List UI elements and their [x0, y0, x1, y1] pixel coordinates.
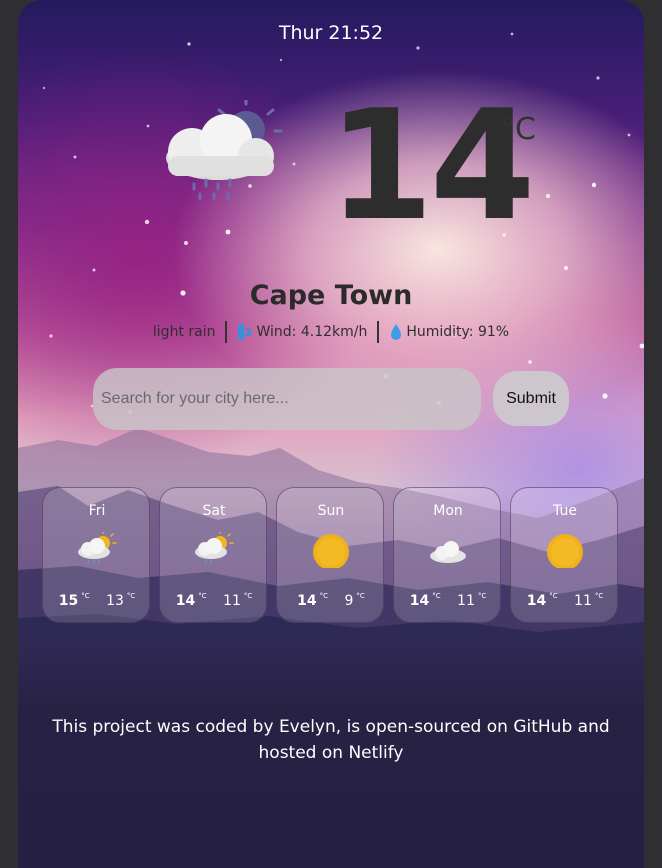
unit: °C — [477, 592, 487, 600]
forecast-min: 9 — [344, 593, 354, 609]
temperature-unit: °C — [500, 112, 536, 147]
unit: °C — [126, 592, 136, 600]
forecast-temps: 14 °C 11 °C — [511, 592, 619, 609]
unit: °C — [81, 592, 90, 600]
unit: °C — [319, 592, 329, 600]
unit: °C — [432, 592, 441, 600]
footer-credits: This project was coded by Evelyn, is ope… — [52, 717, 610, 763]
unit: °C — [243, 592, 253, 600]
forecast-day-name: Fri — [88, 503, 106, 519]
unit: °C — [594, 592, 604, 600]
sun-icon — [547, 534, 583, 568]
forecast-day-name: Sat — [202, 503, 226, 519]
sun-icon — [313, 534, 349, 568]
forecast-min: 13 — [106, 593, 124, 609]
forecast-temps: 14 °C 11 °C — [394, 592, 502, 609]
city-name: Cape Town — [249, 280, 413, 311]
weather-details: light rain Wind: 4.12km/h Humidity: 91% — [18, 321, 644, 343]
divider — [225, 321, 228, 343]
sun-cloud-rain-icon — [78, 532, 117, 564]
forecast-day-sat: Sat 14 °C 11 °C — [159, 487, 267, 623]
forecast-min: 11 — [457, 593, 475, 609]
forecast-max: 14 — [297, 593, 317, 609]
forecast-day-name: Sun — [317, 503, 345, 519]
forecast-max: 14 — [175, 593, 196, 609]
humidity-drop-icon — [391, 324, 402, 340]
city-search-input[interactable] — [93, 368, 481, 430]
unit: °C — [198, 592, 207, 600]
forecast-day-mon: Mon 14 °C 11 °C — [393, 487, 501, 623]
forecast-max: 15 — [58, 593, 79, 609]
forecast-day-sun: Sun 14 °C 9 °C — [276, 487, 384, 623]
divider — [377, 321, 380, 343]
cloud-rain-moon-icon — [166, 100, 283, 201]
sun-cloud-rain-icon — [195, 532, 234, 564]
forecast-min: 11 — [574, 593, 592, 609]
forecast-day-name: Tue — [553, 503, 577, 519]
forecast-min: 11 — [223, 593, 241, 609]
forecast-max: 14 — [409, 593, 430, 609]
current-datetime: Thur 21:52 — [278, 22, 384, 44]
forecast-day-name: Mon — [433, 503, 463, 519]
wind-speed: Wind: 4.12km/h — [256, 324, 368, 340]
unit: °C — [549, 592, 558, 600]
humidity: Humidity: 91% — [406, 324, 510, 340]
forecast-temps: 15 °C 13 °C — [43, 592, 151, 609]
weather-app-card: Thur 21:52 14 °C Cape Town light rain Wi… — [18, 0, 644, 868]
forecast-day-fri: Fri 15 °C 13 °C — [42, 487, 150, 623]
forecast-temps: 14 °C 9 °C — [277, 592, 385, 609]
unit: °C — [356, 592, 365, 600]
forecast-list: Fri 15 °C 13 °C Sat 14 °C 11 °C Sun 14 °… — [42, 487, 620, 625]
submit-button[interactable]: Submit — [493, 371, 569, 426]
forecast-max: 14 — [526, 593, 547, 609]
cloud-icon — [430, 541, 466, 563]
forecast-day-tue: Tue 14 °C 11 °C — [510, 487, 618, 623]
wind-icon — [238, 324, 252, 340]
forecast-temps: 14 °C 11 °C — [160, 592, 268, 609]
weather-description: light rain — [152, 324, 216, 340]
